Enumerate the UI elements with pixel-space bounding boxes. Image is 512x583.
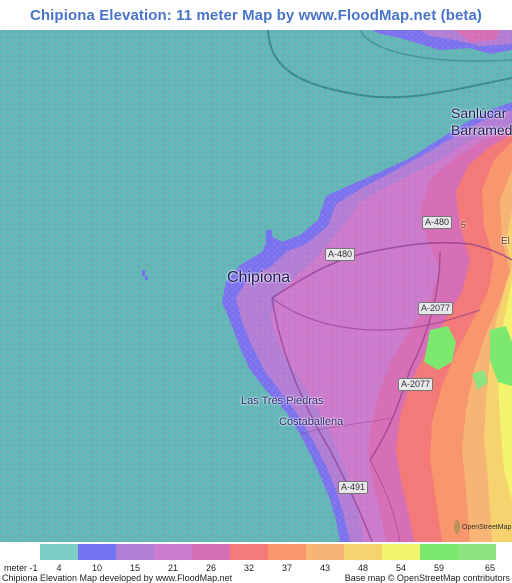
legend-tick-label: 26 xyxy=(205,563,217,573)
legend-tick-label: 37 xyxy=(281,563,293,573)
place-label-el: El xyxy=(501,236,510,247)
legend-tick-label: 21 xyxy=(167,563,179,573)
road-label-a2077-south: A-2077 xyxy=(398,378,434,391)
legend-swatch xyxy=(192,544,230,560)
road-number-five: 5 xyxy=(461,220,467,230)
legend-swatch xyxy=(40,544,78,560)
legend-swatch xyxy=(78,544,116,560)
place-label-sanlucar: Sanlúcar xyxy=(451,105,507,121)
legend-tick-label: 4 xyxy=(56,563,62,573)
road-label-a491: A-491 xyxy=(338,481,369,494)
legend-swatch xyxy=(458,544,496,560)
legend-tick-label: 43 xyxy=(319,563,331,573)
osm-logo-text: OpenStreetMap xyxy=(462,523,512,531)
legend-swatch xyxy=(382,544,420,560)
legend-tick-label: 65 xyxy=(484,563,496,573)
legend-swatch xyxy=(154,544,192,560)
title-bar: Chipiona Elevation: 11 meter Map by www.… xyxy=(0,0,512,30)
road-label-a480-east: A-480 xyxy=(422,216,453,229)
legend-tick-label: 10 xyxy=(91,563,103,573)
legend-tick-label: meter -1 xyxy=(4,563,38,573)
place-label-chipiona: Chipiona xyxy=(227,269,291,286)
legend-tick-label: 54 xyxy=(395,563,407,573)
elevation-legend: meter -1 4 10 15 21 26 32 37 43 48 54 59 65 Chipiona… xyxy=(0,542,512,583)
road-label-a2077-north: A-2077 xyxy=(418,302,454,315)
place-label-las-tres-piedras: Las Tres Piedras xyxy=(241,395,324,407)
elevation-map[interactable]: Sanlúcar Barramed Chipiona Las Tres Pied… xyxy=(0,30,512,542)
place-label-barrameda: Barramed xyxy=(451,122,512,138)
legend-tick-label: 48 xyxy=(357,563,369,573)
legend-tick-label: 15 xyxy=(129,563,141,573)
legend-swatch xyxy=(344,544,382,560)
legend-swatch xyxy=(230,544,268,560)
magnifier-icon xyxy=(454,520,460,534)
legend-tick-label: 59 xyxy=(433,563,445,573)
legend-swatch xyxy=(116,544,154,560)
legend-swatch xyxy=(420,544,458,560)
legend-tick-label: 32 xyxy=(243,563,255,573)
offshore-rock xyxy=(142,270,145,276)
osm-logo[interactable]: OpenStreetMap xyxy=(454,517,512,537)
legend-swatch xyxy=(306,544,344,560)
page-title: Chipiona Elevation: 11 meter Map by www.… xyxy=(29,6,483,24)
road-label-a480-west: A-480 xyxy=(325,248,356,261)
legend-swatch xyxy=(268,544,306,560)
place-label-costaballena: Costaballena xyxy=(279,416,344,428)
